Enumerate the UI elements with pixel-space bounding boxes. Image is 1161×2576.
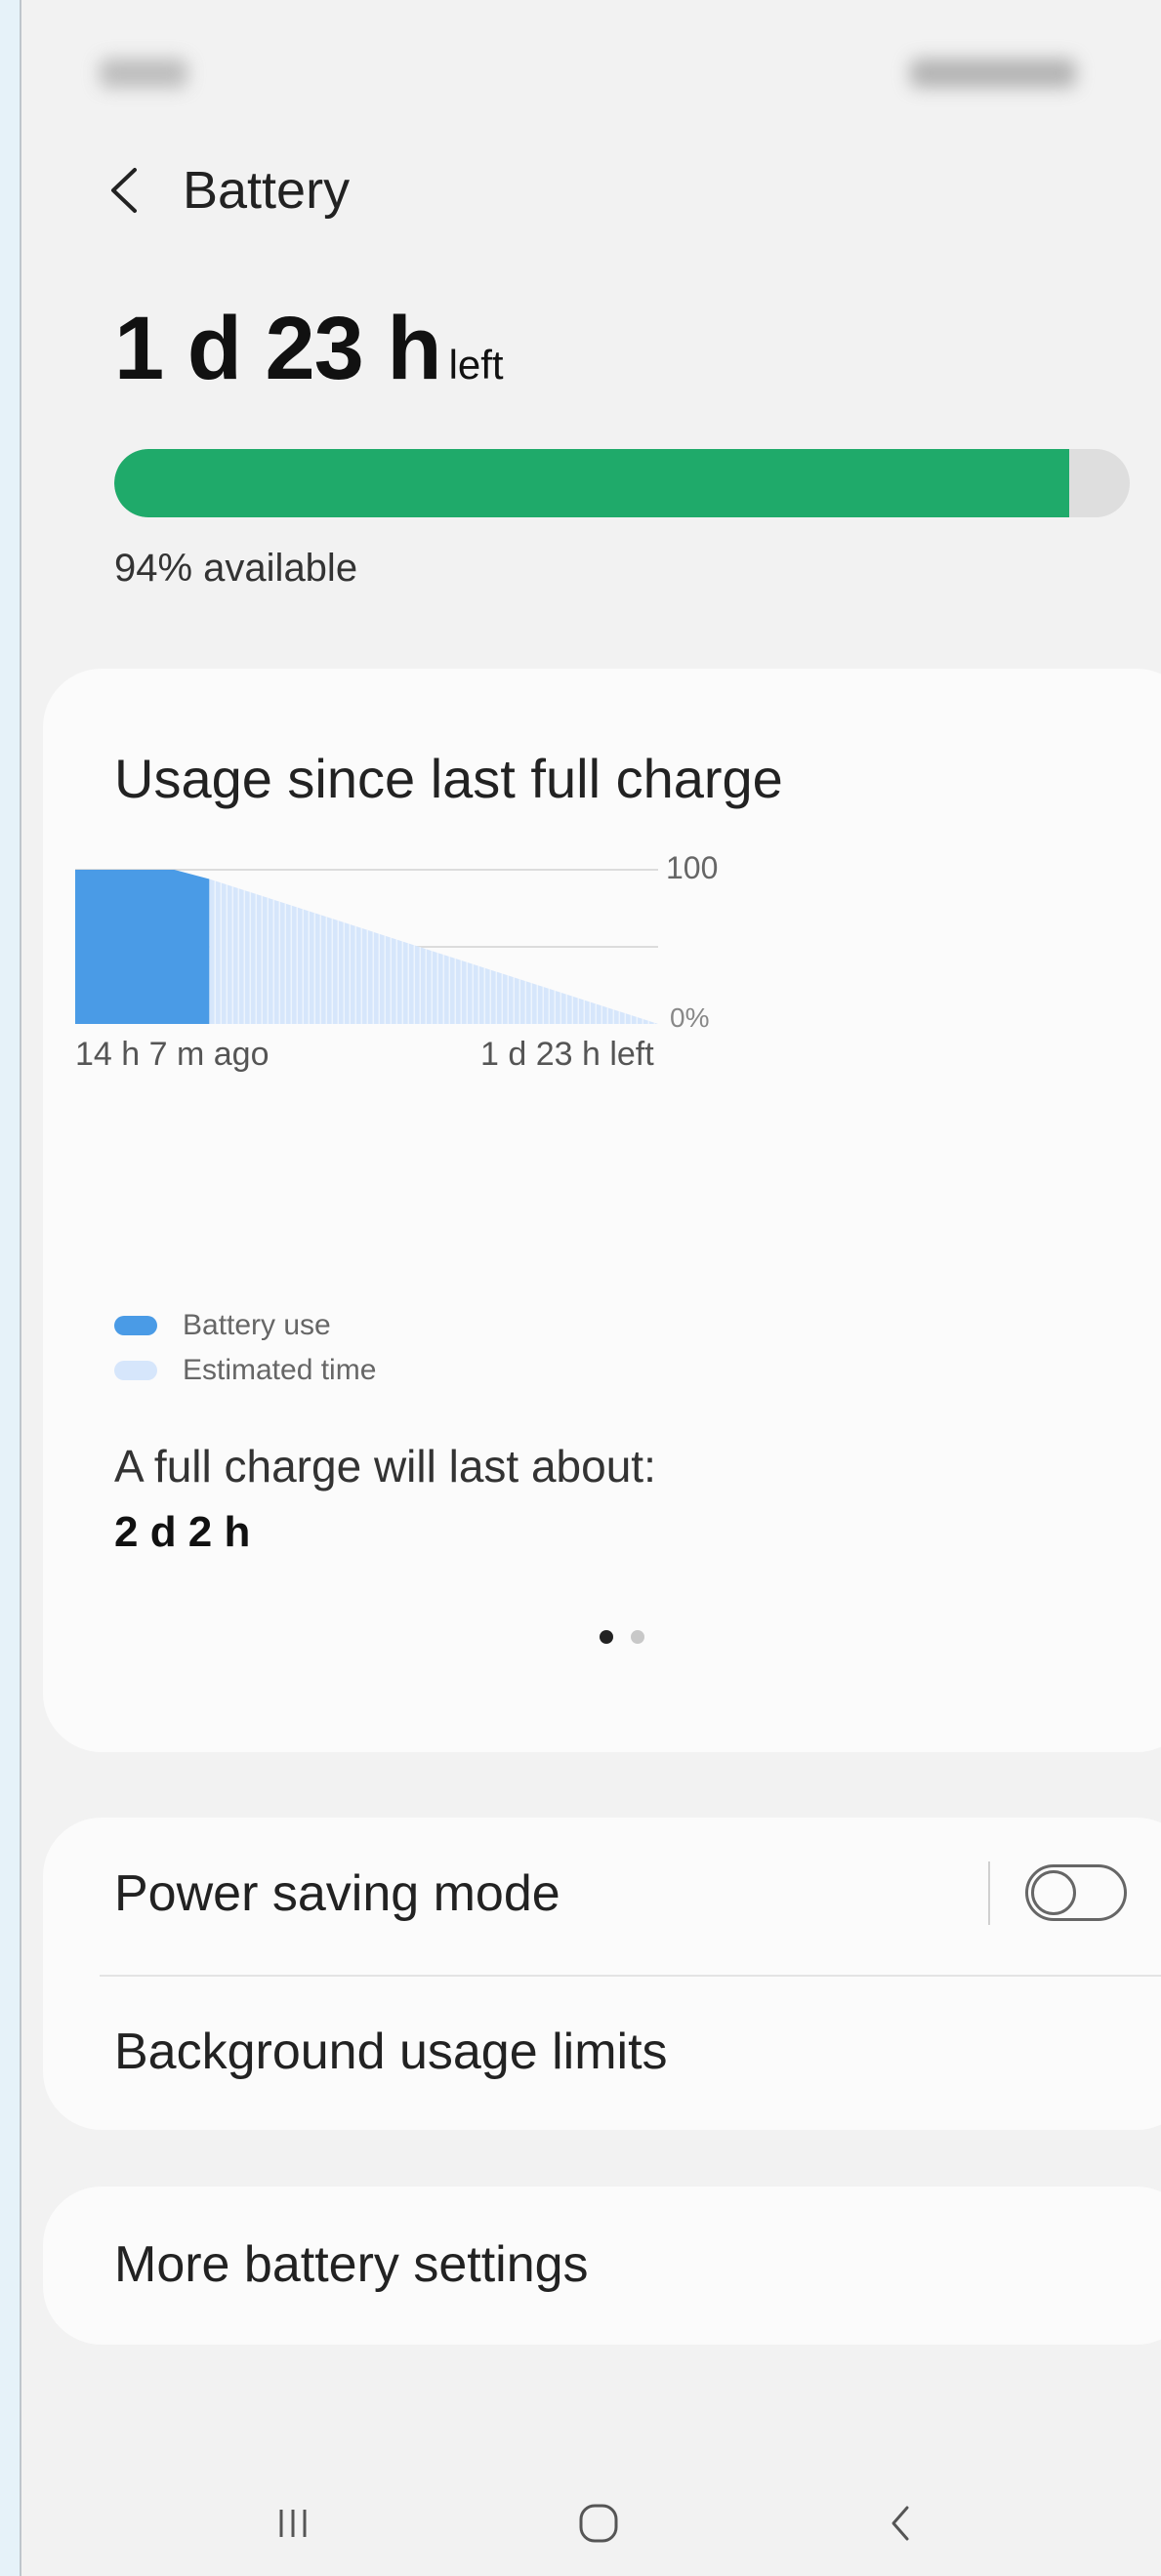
navigation-bar <box>21 2460 1161 2576</box>
background-usage-limits-item[interactable]: Background usage limits <box>114 2023 668 2081</box>
battery-use-area <box>75 870 210 1024</box>
usage-chart <box>75 869 658 1024</box>
full-charge-value: 2 d 2 h <box>114 1508 251 1556</box>
back-nav-button[interactable] <box>856 2479 944 2567</box>
power-settings-card: Power saving mode Background usage limit… <box>43 1818 1161 2130</box>
status-time-blurred <box>100 59 187 88</box>
battery-level-bar <box>114 449 1130 517</box>
legend-label: Battery use <box>183 1309 331 1341</box>
status-icons-blurred <box>910 59 1076 88</box>
legend-swatch-estimated-time <box>114 1361 157 1380</box>
recent-apps-button[interactable] <box>249 2479 337 2567</box>
back-button[interactable] <box>95 161 153 220</box>
back-icon <box>891 2506 909 2541</box>
x-start-label: 14 h 7 m ago <box>75 1036 270 1073</box>
recent-apps-icon <box>279 2510 307 2537</box>
page-title: Battery <box>183 161 351 220</box>
legend-swatch-battery-use <box>114 1316 157 1335</box>
time-remaining-value: 1 d 23 h <box>114 299 442 398</box>
status-bar <box>61 37 1115 115</box>
chevron-left-icon <box>111 168 137 213</box>
phone-screen: Battery 1 d 23 h left 94% available Usage… <box>21 0 1161 2576</box>
power-saving-toggle[interactable] <box>1025 1864 1127 1921</box>
time-remaining-suffix: left <box>448 342 504 388</box>
time-remaining: 1 d 23 h left <box>114 298 504 400</box>
legend-item-battery-use: Battery use <box>114 1303 376 1348</box>
battery-level-fill <box>114 449 1069 517</box>
page-indicator[interactable] <box>600 1630 644 1644</box>
toggle-separator <box>988 1861 990 1925</box>
y-tick-0: 0% <box>670 1002 710 1033</box>
full-charge-label: A full charge will last about: <box>114 1441 656 1492</box>
y-tick-100: 100 <box>666 850 719 885</box>
battery-available-text: 94% available <box>114 547 358 590</box>
x-end-label: 1 d 23 h left <box>480 1036 654 1073</box>
legend-label: Estimated time <box>183 1354 377 1386</box>
power-saving-mode-item[interactable]: Power saving mode <box>114 1864 560 1923</box>
chart-legend: Battery use Estimated time <box>114 1303 376 1393</box>
top-app-bar: Battery <box>95 146 350 234</box>
divider <box>100 1975 1161 1977</box>
toggle-knob <box>1031 1870 1076 1915</box>
legend-item-estimated-time: Estimated time <box>114 1348 376 1393</box>
page-dot <box>631 1630 644 1644</box>
more-settings-card: More battery settings <box>43 2187 1161 2345</box>
page-dot-active <box>600 1630 613 1644</box>
usage-card[interactable]: Usage since last full charge 100 0% 14 h… <box>43 669 1161 1752</box>
home-icon <box>579 2504 618 2543</box>
home-button[interactable] <box>555 2479 643 2567</box>
more-battery-settings-item[interactable]: More battery settings <box>114 2235 589 2294</box>
